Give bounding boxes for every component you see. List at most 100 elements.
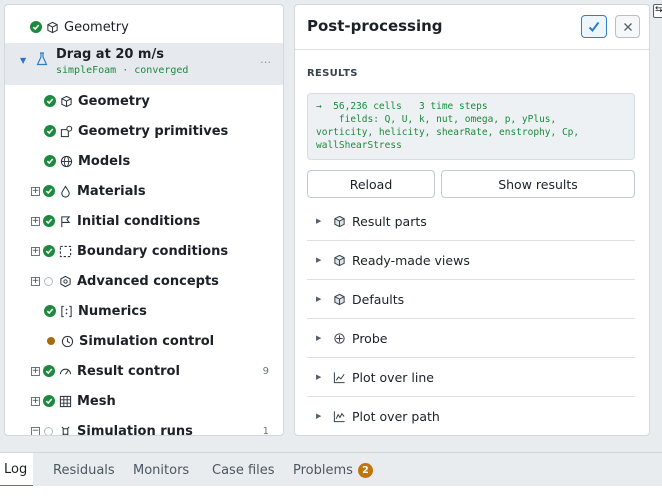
check-icon xyxy=(44,305,56,317)
caret-right-icon: ▶ xyxy=(316,412,322,420)
clock-icon xyxy=(60,334,74,348)
expand-panel-icon[interactable]: ⇆ xyxy=(653,4,662,18)
accordion-label: Ready-made views xyxy=(352,252,470,268)
tree-item-label: Simulation runs xyxy=(77,423,193,436)
caret-right-icon: ▶ xyxy=(316,373,322,381)
tree-item-label: Mesh xyxy=(77,393,116,409)
panel-title: Post-processing xyxy=(307,17,443,35)
show-results-button[interactable]: Show results xyxy=(441,170,635,198)
log-output xyxy=(0,486,662,496)
tab-case-files[interactable]: Case files xyxy=(212,453,275,487)
accordion-label: Defaults xyxy=(352,291,405,307)
tree-item-simulation-runs[interactable]: − Simulation runs 1 xyxy=(5,416,283,436)
caret-down-icon[interactable]: ▼ xyxy=(20,56,26,65)
post-processing-panel: Post-processing RESULTS → 56,236 cells 3… xyxy=(294,4,650,436)
accordion-probe[interactable]: ▶ Probe xyxy=(307,319,635,358)
caret-right-icon: ▶ xyxy=(316,334,322,342)
tree-item-models[interactable]: Models xyxy=(5,146,283,176)
tree-item-label: Initial conditions xyxy=(77,213,201,229)
reload-button[interactable]: Reload xyxy=(307,170,435,198)
empty-status-icon xyxy=(44,426,53,435)
more-options-icon[interactable]: … xyxy=(260,53,271,66)
tab-monitors[interactable]: Monitors xyxy=(133,453,189,487)
tree-item-label: Simulation control xyxy=(79,333,215,349)
accordion-label: Plot over line xyxy=(352,369,434,385)
expand-icon[interactable]: + xyxy=(31,366,40,376)
tree-item-initial-conditions[interactable]: + Initial conditions xyxy=(5,206,283,236)
tree-item-geometry-top[interactable]: Geometry xyxy=(5,12,283,42)
accordion-defaults[interactable]: ▶ Defaults xyxy=(307,280,635,319)
hexagon-icon xyxy=(58,274,72,288)
accordion-plot-over-path[interactable]: ▶ Plot over path xyxy=(307,397,635,435)
primitives-icon xyxy=(59,124,73,138)
tree-item-label: Boundary conditions xyxy=(77,243,229,259)
parts-icon xyxy=(332,214,346,228)
crosshair-icon xyxy=(332,331,346,345)
empty-status-icon xyxy=(44,276,53,286)
line-chart-icon xyxy=(332,370,346,384)
expand-icon[interactable]: + xyxy=(31,396,40,406)
tree-item-geometry-primitives[interactable]: Geometry primitives xyxy=(5,116,283,146)
tree-item-label: Geometry xyxy=(64,19,129,35)
defaults-icon xyxy=(332,292,346,306)
confirm-button[interactable] xyxy=(581,15,607,38)
tab-log[interactable]: Log xyxy=(0,453,34,487)
tree-item-materials[interactable]: + Materials xyxy=(5,176,283,206)
tab-problems[interactable]: Problems 2 xyxy=(293,453,373,487)
tree-item-geometry[interactable]: Geometry xyxy=(5,86,283,116)
item-count: 1 xyxy=(262,425,269,436)
collapse-icon[interactable]: − xyxy=(31,426,40,435)
path-chart-icon xyxy=(332,409,346,423)
views-icon xyxy=(332,253,346,267)
tree-item-simulation-control[interactable]: Simulation control xyxy=(5,326,283,356)
accordion-label: Plot over path xyxy=(352,408,440,424)
expand-icon[interactable]: + xyxy=(31,186,40,196)
tree-item-result-control[interactable]: + Result control 9 xyxy=(5,356,283,386)
flag-icon xyxy=(58,214,72,228)
globe-icon xyxy=(59,154,73,168)
tree-item-numerics[interactable]: Numerics xyxy=(5,296,283,326)
check-icon xyxy=(44,125,56,137)
bottom-tab-bar: Log Residuals Monitors Case files Proble… xyxy=(0,452,662,487)
grid-icon xyxy=(58,394,72,408)
expand-icon[interactable]: + xyxy=(31,246,40,256)
check-icon xyxy=(43,395,55,407)
numerics-icon xyxy=(59,304,73,318)
simulation-run[interactable]: ▼ Drag at 20 m/s simpleFoam · converged … xyxy=(5,43,283,85)
close-icon xyxy=(623,22,632,31)
tree-item-label: Geometry xyxy=(78,93,150,109)
tree-item-label: Materials xyxy=(77,183,146,199)
caret-right-icon: ▶ xyxy=(316,217,322,225)
check-icon xyxy=(43,185,55,197)
tree-item-label: Models xyxy=(78,153,131,169)
expand-icon[interactable]: + xyxy=(31,216,40,226)
accordion-label: Result parts xyxy=(352,213,427,229)
problems-count-badge: 2 xyxy=(357,462,373,478)
droplet-icon xyxy=(58,184,72,198)
results-section-label: RESULTS xyxy=(307,68,358,79)
run-status: simpleFoam · converged xyxy=(56,65,189,76)
boundary-icon xyxy=(58,244,72,258)
tree-item-label: Advanced concepts xyxy=(77,273,219,289)
caret-right-icon: ▶ xyxy=(316,256,322,264)
tab-residuals[interactable]: Residuals xyxy=(53,453,115,487)
tree-item-label: Numerics xyxy=(78,303,147,319)
close-button[interactable] xyxy=(615,15,640,38)
panel-header: Post-processing xyxy=(295,5,649,50)
expand-icon[interactable]: + xyxy=(31,276,40,286)
cube-icon xyxy=(59,94,73,108)
tree-item-boundary-conditions[interactable]: + Boundary conditions xyxy=(5,236,283,266)
check-icon xyxy=(43,215,55,227)
gauge-icon xyxy=(58,364,72,378)
tree-item-mesh[interactable]: + Mesh xyxy=(5,386,283,416)
tree-item-label: Geometry primitives xyxy=(78,123,229,139)
check-icon xyxy=(44,155,56,167)
tab-label: Problems xyxy=(293,462,353,478)
accordion-ready-made-views[interactable]: ▶ Ready-made views xyxy=(307,241,635,280)
check-icon xyxy=(43,365,55,377)
tree-item-label: Result control xyxy=(77,363,180,379)
results-summary: → 56,236 cells 3 time steps fields: Q, U… xyxy=(307,93,635,160)
accordion-plot-over-line[interactable]: ▶ Plot over line xyxy=(307,358,635,397)
accordion-result-parts[interactable]: ▶ Result parts xyxy=(307,202,635,241)
tree-item-advanced-concepts[interactable]: + Advanced concepts xyxy=(5,266,283,296)
